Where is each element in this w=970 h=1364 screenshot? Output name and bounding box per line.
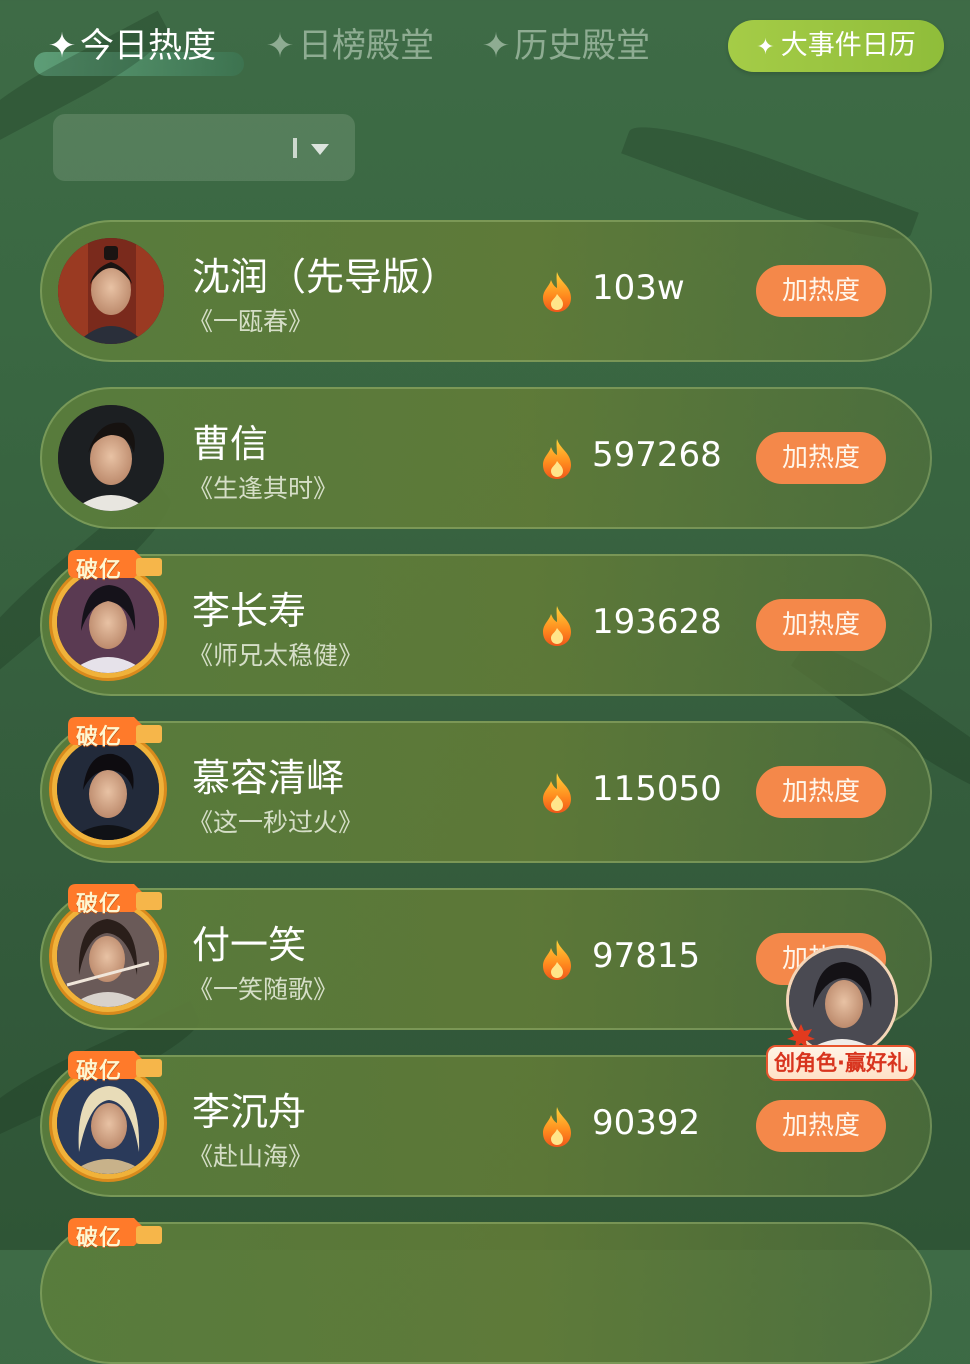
drama-title: 《师兄太稳健》 [188, 641, 364, 670]
badge-label: 破亿 [76, 725, 123, 750]
character-name: 慕容清峄 [192, 756, 345, 800]
dropdown-text-fragment [293, 138, 297, 158]
ranking-row[interactable]: 破亿 [40, 1218, 932, 1364]
flame-icon [543, 606, 571, 646]
character-name: 曹信 [192, 422, 269, 466]
badge-label: 破亿 [76, 1226, 123, 1251]
drama-title: 《一瓯春》 [188, 307, 314, 336]
flame-icon [543, 1107, 571, 1147]
sparkle-icon: ✦ [481, 26, 511, 66]
promo-label: 创角色·赢好礼 [766, 1045, 916, 1081]
character-avatar [58, 405, 164, 511]
event-calendar-label: 大事件日历 [780, 30, 916, 61]
badge-label: 破亿 [76, 1059, 123, 1084]
flame-icon [543, 272, 571, 312]
billion-badge: 破亿 [64, 1216, 164, 1256]
character-name: 付一笑 [192, 923, 307, 967]
drama-title: 《这一秒过火》 [188, 808, 364, 837]
tab-label: 今日热度 [80, 26, 216, 66]
tab-label: 日榜殿堂 [298, 26, 434, 66]
drama-title: 《一笑随歌》 [188, 975, 339, 1004]
heat-value: 103w [592, 268, 685, 308]
badge-label: 破亿 [76, 892, 123, 917]
flame-icon [543, 439, 571, 479]
heat-value: 90392 [592, 1103, 701, 1143]
tab-today-heat[interactable]: ✦ 今日热度 [34, 22, 244, 76]
character-name: 李沉舟 [192, 1090, 307, 1134]
add-heat-button[interactable]: 加热度 [756, 432, 886, 484]
character-name: 沈润（先导版） [192, 255, 459, 299]
character-name: 李长寿 [192, 589, 307, 633]
add-heat-button[interactable]: 加热度 [756, 1100, 886, 1152]
sparkle-icon: ✦ [265, 26, 295, 66]
ranking-row[interactable]: 破亿 李长寿 《师兄太稳健》 193628 加热度 [40, 550, 932, 696]
heat-value: 193628 [592, 602, 722, 642]
add-heat-button[interactable]: 加热度 [756, 766, 886, 818]
ranking-row[interactable]: 破亿 慕容清峄 《这一秒过火》 115050 加热度 [40, 717, 932, 863]
badge-label: 破亿 [76, 558, 123, 583]
drama-title: 《生逢其时》 [188, 474, 339, 503]
flame-icon [543, 940, 571, 980]
add-heat-button[interactable]: 加热度 [756, 265, 886, 317]
add-heat-button[interactable]: 加热度 [756, 599, 886, 651]
flame-icon [543, 773, 571, 813]
billion-badge: 破亿 [64, 548, 164, 588]
sparkle-icon: ✦ [756, 35, 775, 60]
heat-value: 97815 [592, 936, 701, 976]
heat-value: 115050 [592, 769, 722, 809]
drama-title: 《赴山海》 [188, 1142, 314, 1171]
ranking-row[interactable]: 曹信 《生逢其时》 597268 加热度 [40, 387, 932, 529]
ranking-row[interactable]: 沈润（先导版） 《一瓯春》 103w 加热度 [40, 220, 932, 362]
billion-badge: 破亿 [64, 715, 164, 755]
billion-badge: 破亿 [64, 882, 164, 922]
sparkle-icon: ✦ [47, 26, 77, 66]
create-character-promo[interactable]: 创角色·赢好礼 [764, 945, 920, 1085]
chevron-down-icon [311, 144, 329, 155]
tab-label: 历史殿堂 [514, 26, 650, 66]
tab-history-hall[interactable]: ✦ 历史殿堂 [478, 22, 650, 70]
tab-daily-hall[interactable]: ✦ 日榜殿堂 [262, 22, 434, 70]
character-avatar [58, 238, 164, 344]
event-calendar-button[interactable]: ✦ 大事件日历 [728, 20, 944, 72]
category-dropdown[interactable] [53, 114, 355, 181]
billion-badge: 破亿 [64, 1049, 164, 1089]
heat-value: 597268 [592, 435, 722, 475]
